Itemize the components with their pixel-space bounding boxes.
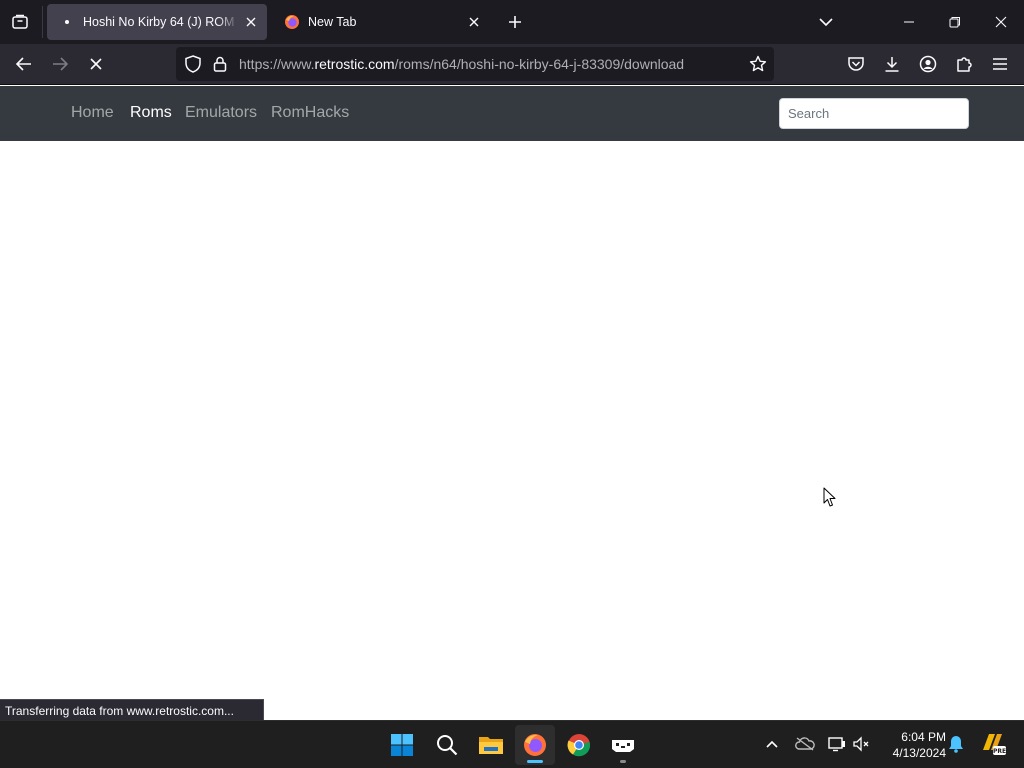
url-domain: retrostic.com xyxy=(314,56,395,72)
chevron-down-icon xyxy=(819,18,833,26)
display-network-tray-icon[interactable] xyxy=(826,733,848,755)
onedrive-tray-icon[interactable] xyxy=(794,733,816,755)
close-window-button[interactable] xyxy=(978,0,1024,44)
status-panel: Transferring data from www.retrostic.com… xyxy=(0,699,264,721)
pocket-icon xyxy=(848,57,864,71)
file-explorer-icon xyxy=(479,737,503,754)
nav-link-emulators[interactable]: Emulators xyxy=(185,104,257,122)
stop-icon xyxy=(90,58,102,70)
system-clock[interactable]: 6:04 PM 4/13/2024 xyxy=(876,729,946,761)
plus-icon xyxy=(509,16,521,28)
download-icon xyxy=(885,57,899,72)
stop-loading-button[interactable] xyxy=(81,49,111,79)
new-tab-button[interactable] xyxy=(501,8,529,36)
chrome-icon xyxy=(567,734,591,757)
site-navbar: Home Roms Emulators RomHacks xyxy=(0,86,1024,141)
search-icon xyxy=(437,735,458,756)
tab-active[interactable]: Hoshi No Kirby 64 (J) ROM Download xyxy=(47,4,267,40)
firefox-taskbar-button[interactable] xyxy=(515,725,555,765)
minimize-icon xyxy=(904,21,914,23)
tab-title: Hoshi No Kirby 64 (J) ROM Download xyxy=(83,15,239,29)
volume-muted-tray-icon[interactable] xyxy=(851,733,873,755)
firefox-icon xyxy=(524,734,546,756)
forward-button[interactable] xyxy=(45,49,75,79)
url-prefix: https://www. xyxy=(239,56,315,72)
taskbar: 6:04 PM 4/13/2024 PRE xyxy=(0,720,1024,768)
clock-time: 6:04 PM xyxy=(901,730,946,744)
forward-arrow-icon xyxy=(53,57,68,71)
url-text[interactable]: https://www.retrostic.com/roms/n64/hoshi… xyxy=(239,56,684,72)
close-tab-icon[interactable] xyxy=(462,10,486,34)
chevron-up-icon xyxy=(766,740,778,748)
account-button[interactable] xyxy=(913,49,943,79)
mouse-pointer-icon xyxy=(823,487,836,507)
start-icon xyxy=(391,734,413,756)
tab-title: New Tab xyxy=(308,15,357,29)
chrome-taskbar-button[interactable] xyxy=(559,725,599,765)
nav-link-roms[interactable]: Roms xyxy=(130,104,172,122)
browser-tab-strip: Hoshi No Kirby 64 (J) ROM Download New T… xyxy=(0,0,1024,44)
back-arrow-icon xyxy=(16,57,31,71)
show-hidden-icons-button[interactable] xyxy=(761,733,783,755)
file-explorer-button[interactable] xyxy=(471,725,511,765)
extensions-button[interactable] xyxy=(949,49,979,79)
tab-new-tab[interactable]: New Tab xyxy=(272,4,490,40)
minimize-button[interactable] xyxy=(886,0,932,44)
firefox-icon xyxy=(284,14,300,30)
nav-link-home[interactable]: Home xyxy=(71,104,114,122)
copilot-preview-icon[interactable]: PRE xyxy=(980,733,1006,755)
start-button[interactable] xyxy=(382,725,422,765)
back-button[interactable] xyxy=(9,49,39,79)
close-icon xyxy=(995,16,1007,28)
downloads-button[interactable] xyxy=(877,49,907,79)
retro-game-taskbar-button[interactable] xyxy=(603,725,643,765)
clock-date: 4/13/2024 xyxy=(892,746,946,760)
address-bar[interactable]: https://www.retrostic.com/roms/n64/hoshi… xyxy=(176,47,774,81)
navigation-toolbar: https://www.retrostic.com/roms/n64/hoshi… xyxy=(0,44,1024,85)
tab-strip-divider xyxy=(42,6,43,38)
bookmark-star-icon[interactable] xyxy=(748,54,768,74)
close-tab-icon[interactable] xyxy=(239,10,263,34)
pocket-button[interactable] xyxy=(841,49,871,79)
taskbar-search-button[interactable] xyxy=(427,725,467,765)
list-all-tabs-button[interactable] xyxy=(803,0,849,44)
restore-icon xyxy=(949,17,960,28)
padlock-icon[interactable] xyxy=(210,54,230,74)
notification-bell-icon[interactable] xyxy=(945,733,967,755)
puzzle-icon xyxy=(957,57,972,72)
page-content xyxy=(0,141,1024,720)
svg-text:PRE: PRE xyxy=(993,748,1006,755)
restore-button[interactable] xyxy=(932,0,978,44)
firefox-view-icon xyxy=(12,14,28,29)
tracking-protection-shield-icon[interactable] xyxy=(183,54,203,74)
menu-button[interactable] xyxy=(985,49,1015,79)
retro-game-icon xyxy=(612,740,634,752)
site-search-input[interactable] xyxy=(779,98,969,129)
loading-icon xyxy=(59,14,75,30)
firefox-view-button[interactable] xyxy=(6,8,34,36)
nav-link-romhacks[interactable]: RomHacks xyxy=(271,104,349,122)
url-path: /roms/n64/hoshi-no-kirby-64-j-83309/down… xyxy=(394,56,685,72)
hamburger-menu-icon xyxy=(993,58,1007,70)
account-icon xyxy=(919,55,937,73)
